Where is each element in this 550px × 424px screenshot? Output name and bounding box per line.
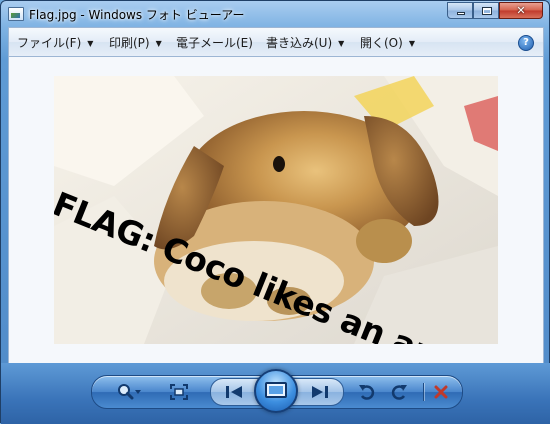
toolbar-divider: [423, 383, 424, 401]
minimize-icon: [457, 12, 465, 15]
chevron-down-icon: ▼: [408, 39, 415, 48]
app-icon: [8, 7, 24, 21]
menu-open[interactable]: 開く(O) ▼: [360, 34, 415, 51]
maximize-icon: [482, 7, 492, 15]
menu-burn[interactable]: 書き込み(U) ▼: [266, 34, 344, 51]
zoom-button[interactable]: [112, 376, 146, 408]
menu-print[interactable]: 印刷(P) ▼: [109, 34, 162, 51]
menu-email[interactable]: 電子メール(E): [176, 34, 253, 51]
image-viewport: FLAG: Coco likes an apple: [8, 57, 544, 363]
rotate-counterclockwise-button[interactable]: [354, 376, 380, 408]
delete-button[interactable]: [428, 376, 454, 408]
fit-window-button[interactable]: [166, 376, 192, 408]
command-bar: ファイル(F) ▼ 印刷(P) ▼ 電子メール(E) 書き込み(U) ▼ 開く(O) ▼…: [8, 27, 544, 57]
viewer-controls: [1, 363, 550, 424]
fit-window-icon: [170, 384, 188, 400]
previous-button[interactable]: [221, 379, 247, 405]
photo-image: FLAG: Coco likes an apple: [54, 76, 498, 344]
previous-icon: [226, 386, 242, 398]
rotate-clockwise-icon: [391, 385, 407, 400]
control-pill: [91, 369, 463, 413]
chevron-down-icon: ▼: [338, 39, 345, 48]
close-icon: ✕: [516, 4, 526, 17]
close-button[interactable]: ✕: [499, 2, 543, 19]
next-icon: [312, 386, 328, 398]
rotate-clockwise-button[interactable]: [386, 376, 412, 408]
slideshow-icon: [265, 382, 287, 398]
chevron-down-icon: ▼: [87, 39, 94, 48]
zoom-icon: [118, 384, 141, 400]
help-icon[interactable]: ?: [518, 35, 534, 51]
photo-viewer-window: Flag.jpg - Windows フォト ビューアー ✕ ファイル(F) ▼ …: [0, 0, 550, 424]
minimize-button[interactable]: [447, 2, 473, 19]
slideshow-button[interactable]: [254, 369, 298, 413]
caption-buttons: ✕: [447, 2, 543, 20]
window-title: Flag.jpg - Windows フォト ビューアー: [29, 8, 245, 22]
rotate-counterclockwise-icon: [359, 385, 375, 400]
maximize-button[interactable]: [473, 2, 499, 19]
delete-icon: [434, 385, 448, 399]
menu-file[interactable]: ファイル(F) ▼: [17, 34, 93, 51]
chevron-down-icon: ▼: [155, 39, 162, 48]
title-bar[interactable]: Flag.jpg - Windows フォト ビューアー ✕: [1, 1, 550, 27]
next-button[interactable]: [307, 379, 333, 405]
